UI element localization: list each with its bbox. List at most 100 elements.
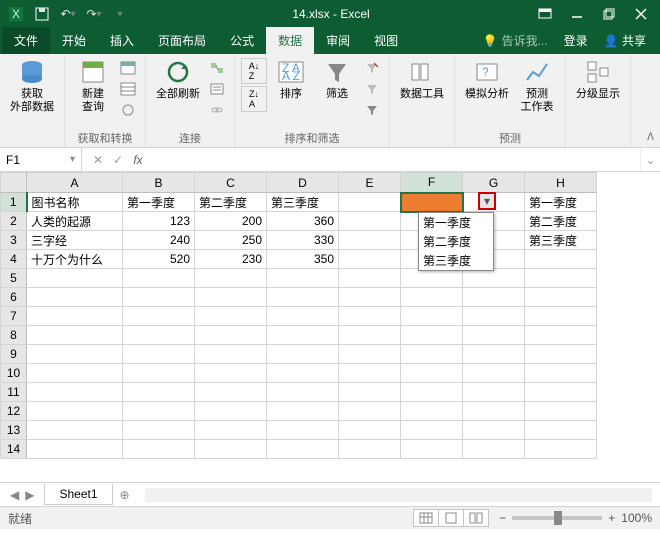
cell[interactable]: 第一季度 bbox=[123, 193, 195, 212]
row-header[interactable]: 9 bbox=[1, 345, 27, 364]
cell[interactable] bbox=[267, 421, 339, 440]
cell[interactable] bbox=[339, 250, 401, 269]
cell[interactable] bbox=[525, 326, 597, 345]
tell-me[interactable]: 💡告诉我... bbox=[475, 27, 556, 54]
cell[interactable]: 250 bbox=[195, 231, 267, 250]
row-header[interactable]: 14 bbox=[1, 440, 27, 459]
cell[interactable] bbox=[525, 402, 597, 421]
cell[interactable] bbox=[195, 269, 267, 288]
name-box[interactable]: ▾ bbox=[0, 148, 82, 171]
row-header[interactable]: 7 bbox=[1, 307, 27, 326]
cell[interactable]: 520 bbox=[123, 250, 195, 269]
advanced-button[interactable] bbox=[361, 100, 383, 120]
col-header[interactable]: C bbox=[195, 173, 267, 193]
cell[interactable] bbox=[525, 383, 597, 402]
zoom-level[interactable]: 100% bbox=[621, 511, 652, 525]
cell[interactable] bbox=[339, 307, 401, 326]
cell[interactable]: 360 bbox=[267, 212, 339, 231]
row-header[interactable]: 11 bbox=[1, 383, 27, 402]
cell[interactable]: 330 bbox=[267, 231, 339, 250]
tab-formulas[interactable]: 公式 bbox=[218, 27, 266, 54]
row-header[interactable]: 4 bbox=[1, 250, 27, 269]
cell[interactable] bbox=[27, 402, 123, 421]
sort-asc-button[interactable]: A↓Z bbox=[241, 58, 267, 84]
chevron-down-icon[interactable]: ▾ bbox=[70, 154, 75, 165]
cell[interactable]: 图书名称 bbox=[27, 193, 123, 212]
cell[interactable] bbox=[525, 345, 597, 364]
cell[interactable]: 第三季度 bbox=[267, 193, 339, 212]
col-header[interactable]: G bbox=[463, 173, 525, 193]
cell[interactable] bbox=[525, 307, 597, 326]
zoom-slider[interactable] bbox=[512, 516, 602, 520]
cell[interactable] bbox=[401, 307, 463, 326]
cell[interactable] bbox=[123, 345, 195, 364]
cell[interactable] bbox=[27, 421, 123, 440]
cancel-formula-button[interactable]: ✕ bbox=[90, 153, 106, 167]
cell[interactable] bbox=[267, 326, 339, 345]
cell[interactable] bbox=[195, 345, 267, 364]
new-sheet-button[interactable]: ⊕ bbox=[113, 488, 137, 502]
expand-formula-button[interactable]: ⌄ bbox=[640, 148, 660, 171]
close-button[interactable] bbox=[626, 3, 656, 25]
cell[interactable] bbox=[123, 364, 195, 383]
cell[interactable] bbox=[339, 345, 401, 364]
get-external-data-button[interactable]: 获取 外部数据 bbox=[6, 56, 58, 116]
cell[interactable] bbox=[267, 402, 339, 421]
tab-nav-next[interactable]: ▶ bbox=[25, 488, 34, 502]
cell[interactable] bbox=[339, 421, 401, 440]
tab-layout[interactable]: 页面布局 bbox=[146, 27, 218, 54]
forecast-button[interactable]: 预测 工作表 bbox=[515, 56, 559, 116]
cell[interactable] bbox=[27, 326, 123, 345]
cell[interactable] bbox=[267, 440, 339, 459]
cell[interactable]: 123 bbox=[123, 212, 195, 231]
dropdown-option[interactable]: 第三季度 bbox=[419, 251, 493, 270]
cell[interactable] bbox=[195, 440, 267, 459]
cell[interactable] bbox=[401, 440, 463, 459]
cell[interactable] bbox=[401, 383, 463, 402]
cell[interactable] bbox=[267, 307, 339, 326]
cell[interactable] bbox=[123, 421, 195, 440]
cell[interactable] bbox=[123, 440, 195, 459]
worksheet[interactable]: ABCDEFGH1图书名称第一季度第二季度第三季度第一季度2人类的起源12320… bbox=[0, 172, 660, 482]
tab-review[interactable]: 审阅 bbox=[314, 27, 362, 54]
cell[interactable] bbox=[525, 421, 597, 440]
cell[interactable] bbox=[463, 421, 525, 440]
insert-function-button[interactable]: fx bbox=[130, 153, 146, 167]
cell[interactable] bbox=[463, 269, 525, 288]
edit-links-button[interactable] bbox=[206, 100, 228, 120]
row-header[interactable]: 2 bbox=[1, 212, 27, 231]
collapse-ribbon-button[interactable]: ᐱ bbox=[647, 132, 654, 143]
cell[interactable] bbox=[195, 364, 267, 383]
cell[interactable] bbox=[267, 288, 339, 307]
cell[interactable]: 200 bbox=[195, 212, 267, 231]
cell[interactable] bbox=[463, 345, 525, 364]
cell[interactable]: 第三季度 bbox=[525, 231, 597, 250]
cell[interactable] bbox=[195, 326, 267, 345]
dropdown-option[interactable]: 第二季度 bbox=[419, 232, 493, 251]
show-queries-button[interactable] bbox=[117, 58, 139, 78]
filter-button[interactable]: 筛选 bbox=[315, 56, 359, 103]
cell[interactable] bbox=[339, 440, 401, 459]
cell[interactable] bbox=[27, 307, 123, 326]
col-header[interactable]: F bbox=[401, 173, 463, 193]
cell[interactable] bbox=[339, 402, 401, 421]
cell[interactable] bbox=[463, 402, 525, 421]
cell[interactable] bbox=[339, 193, 401, 212]
cell[interactable] bbox=[123, 269, 195, 288]
dropdown-option[interactable]: 第一季度 bbox=[419, 213, 493, 232]
clear-filter-button[interactable] bbox=[361, 58, 383, 78]
row-header[interactable]: 12 bbox=[1, 402, 27, 421]
properties-button[interactable] bbox=[206, 79, 228, 99]
cell[interactable] bbox=[123, 402, 195, 421]
row-header[interactable]: 1 bbox=[1, 193, 27, 212]
cell[interactable] bbox=[401, 288, 463, 307]
cell[interactable]: 第二季度 bbox=[525, 212, 597, 231]
cell[interactable] bbox=[401, 345, 463, 364]
cell[interactable] bbox=[463, 288, 525, 307]
data-tools-button[interactable]: 数据工具 bbox=[396, 56, 448, 103]
page-layout-view-button[interactable] bbox=[438, 509, 464, 527]
confirm-formula-button[interactable]: ✓ bbox=[110, 153, 126, 167]
name-box-input[interactable] bbox=[6, 153, 62, 167]
cell[interactable] bbox=[123, 307, 195, 326]
cell[interactable] bbox=[123, 288, 195, 307]
